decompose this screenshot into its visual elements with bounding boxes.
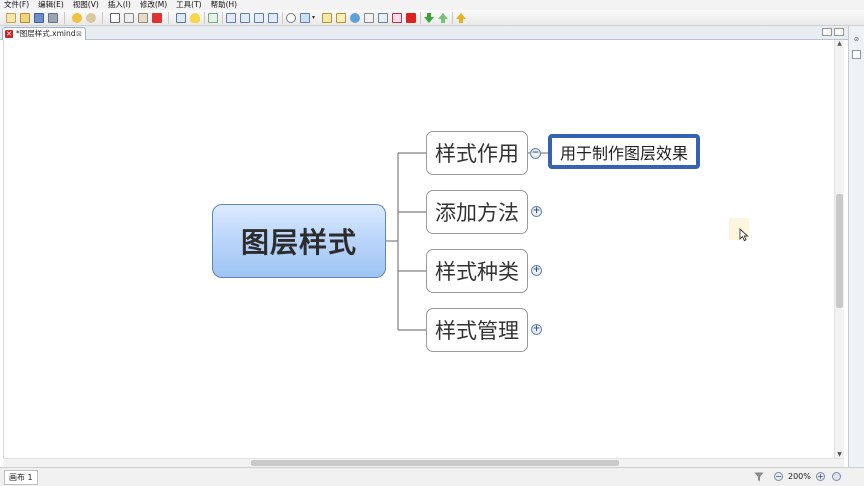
- zoom-options-icon[interactable]: [832, 472, 841, 481]
- delete-icon[interactable]: [152, 13, 162, 23]
- idea-bulb-icon[interactable]: [190, 13, 200, 23]
- central-topic[interactable]: 图层样式: [212, 204, 386, 278]
- open-folder-icon[interactable]: [20, 13, 30, 23]
- toolbar-separator: [204, 12, 205, 24]
- subtopic-selected[interactable]: 用于制作图层效果: [548, 134, 700, 169]
- minimize-icon[interactable]: [822, 28, 832, 36]
- boundary-icon[interactable]: [378, 13, 388, 23]
- undo-icon[interactable]: [72, 13, 82, 23]
- floating-topic-icon[interactable]: [268, 13, 278, 23]
- cut-icon[interactable]: [110, 13, 120, 23]
- insert-subtopic-icon[interactable]: [240, 13, 250, 23]
- toolbar-separator: [452, 12, 453, 24]
- vertical-scrollbar[interactable]: ▲ ▼: [834, 40, 844, 458]
- toolbar-separator: [222, 12, 223, 24]
- scroll-down-icon[interactable]: ▼: [835, 451, 844, 458]
- topic-add-method[interactable]: 添加方法: [426, 190, 528, 234]
- collapse-icon[interactable]: −: [530, 148, 541, 159]
- notes-icon[interactable]: [336, 13, 346, 23]
- toolbar-separator: [64, 12, 65, 24]
- toolbar: ▾: [0, 10, 864, 26]
- label-icon[interactable]: [322, 13, 332, 23]
- image-icon[interactable]: [300, 13, 310, 23]
- insert-topic-icon[interactable]: [226, 13, 236, 23]
- vertical-scroll-thumb[interactable]: [836, 194, 843, 308]
- toolbar-separator: [282, 12, 283, 24]
- expand-icon[interactable]: +: [531, 206, 542, 217]
- menu-tools[interactable]: 工具(T): [176, 0, 201, 10]
- xmind-file-icon: ✕: [5, 30, 13, 38]
- topic-style-management[interactable]: 样式管理: [426, 308, 528, 352]
- toolbar-separator: [168, 12, 169, 24]
- zoom-in-button[interactable]: +: [816, 472, 825, 481]
- menubar: 文件(F) 编辑(E) 视图(V) 插入(I) 修改(M) 工具(T) 帮助(H…: [0, 0, 864, 10]
- editor-tabbar: ✕ *图层样式.xmind ⊠: [0, 26, 848, 40]
- statusbar: 画布 1 − 200% +: [0, 467, 864, 486]
- drill-up-icon[interactable]: [438, 13, 448, 23]
- hyperlink-icon[interactable]: [350, 13, 360, 23]
- expand-icon[interactable]: +: [531, 265, 542, 276]
- copy-icon[interactable]: [124, 13, 134, 23]
- relationship-icon[interactable]: [392, 13, 402, 23]
- summary-icon[interactable]: [364, 13, 374, 23]
- print-icon[interactable]: [48, 13, 58, 23]
- menu-view[interactable]: 视图(V): [73, 0, 99, 10]
- zoom-out-button[interactable]: −: [774, 472, 783, 481]
- go-up-icon[interactable]: [456, 13, 466, 23]
- topic-style-types[interactable]: 样式种类: [426, 249, 528, 293]
- maximize-icon[interactable]: [834, 28, 844, 36]
- menu-file[interactable]: 文件(F): [4, 0, 29, 10]
- insert-parent-icon[interactable]: [254, 13, 264, 23]
- new-file-icon[interactable]: [6, 13, 16, 23]
- save-icon[interactable]: [34, 13, 44, 23]
- topic-style-purpose[interactable]: 样式作用: [426, 131, 528, 175]
- menu-help[interactable]: 帮助(H): [211, 0, 238, 10]
- scroll-up-icon[interactable]: ▲: [835, 40, 844, 47]
- stop-icon[interactable]: [406, 13, 416, 23]
- filter-icon[interactable]: [754, 472, 764, 482]
- sheet-tab[interactable]: 画布 1: [4, 470, 38, 485]
- side-panel: ⊘: [848, 26, 864, 474]
- toolbar-separator: [420, 12, 421, 24]
- chevron-down-icon[interactable]: ▾: [312, 13, 318, 23]
- tab-document[interactable]: ✕ *图层样式.xmind ⊠: [2, 27, 86, 40]
- menu-modify[interactable]: 修改(M): [140, 0, 167, 10]
- redo-icon[interactable]: [86, 13, 96, 23]
- menu-insert[interactable]: 插入(I): [108, 0, 131, 10]
- drill-down-icon[interactable]: [424, 13, 434, 23]
- attachment-icon[interactable]: [286, 13, 296, 23]
- horizontal-scrollbar[interactable]: [3, 458, 844, 467]
- mindmap-canvas[interactable]: [3, 40, 836, 458]
- expand-icon[interactable]: +: [531, 324, 542, 335]
- mouse-cursor-icon: [739, 228, 749, 242]
- panel-icon[interactable]: [852, 50, 861, 59]
- topic-icon[interactable]: [176, 13, 186, 23]
- toolbar-separator: [102, 12, 103, 24]
- zoom-level: 200%: [788, 472, 811, 481]
- menu-edit[interactable]: 编辑(E): [38, 0, 64, 10]
- horizontal-scroll-thumb[interactable]: [251, 460, 619, 466]
- close-icon[interactable]: ⊠: [76, 28, 82, 40]
- layout-icon[interactable]: [208, 13, 218, 23]
- tab-title: *图层样式.xmind: [16, 29, 76, 38]
- paste-icon[interactable]: [138, 13, 148, 23]
- pin-icon[interactable]: ⊘: [852, 36, 861, 45]
